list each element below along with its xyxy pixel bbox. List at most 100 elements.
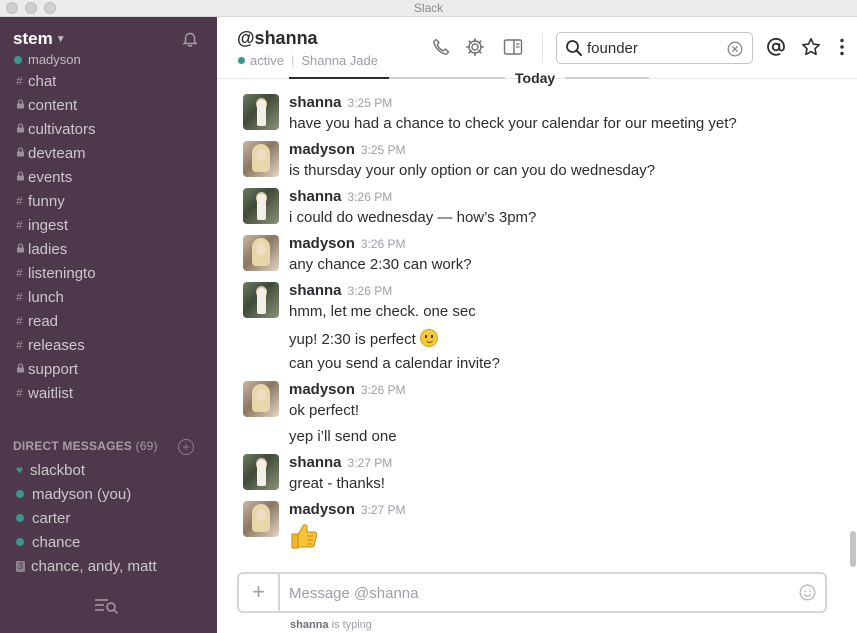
dm-name: slackbot — [30, 461, 86, 479]
sidebar-channel[interactable]: events — [0, 165, 217, 189]
sidebar-channel[interactable]: support — [0, 357, 217, 381]
message-time[interactable]: 3:26 PM — [361, 383, 406, 397]
bell-icon[interactable] — [181, 31, 199, 49]
message-author[interactable]: shanna 3:26 PM — [289, 282, 392, 299]
message-author[interactable]: madyson 3:26 PM — [289, 381, 406, 398]
sidebar-channel[interactable]: cultivators — [0, 117, 217, 141]
gear-icon[interactable] — [465, 37, 485, 57]
search-input[interactable] — [587, 39, 717, 57]
channel-list: # chat content cultivators devteam events… — [0, 69, 217, 405]
avatar[interactable] — [243, 501, 279, 537]
phone-icon[interactable] — [431, 37, 451, 57]
message-composer: + — [237, 572, 827, 613]
sidebar-channel[interactable]: # chat — [0, 69, 217, 93]
sidebar: stem ▼ madyson # chat content cultivators … — [0, 17, 217, 633]
slightly-smiling-face-icon — [419, 329, 438, 347]
channel-name: ladies — [28, 240, 68, 258]
channel-name: cultivators — [28, 120, 96, 138]
add-attachment-button[interactable]: + — [239, 574, 280, 611]
sidebar-dm[interactable]: madyson (you) — [0, 482, 217, 506]
avatar[interactable] — [243, 454, 279, 490]
message-text: i could do wednesday — how’s 3pm? — [289, 209, 537, 226]
message-author[interactable]: madyson 3:26 PM — [289, 235, 406, 252]
avatar[interactable] — [243, 381, 279, 417]
avatar[interactable] — [243, 141, 279, 177]
message-scrollbar[interactable] — [850, 531, 856, 567]
lock-icon — [16, 362, 28, 376]
channel-name: funny — [28, 192, 65, 210]
avatar[interactable] — [243, 94, 279, 130]
quick-switcher-icon[interactable] — [94, 597, 120, 615]
search-icon — [566, 40, 582, 56]
presence-dot — [16, 514, 24, 522]
sidebar-channel[interactable]: content — [0, 93, 217, 117]
hash-icon: # — [16, 290, 23, 304]
sidebar-channel[interactable]: # waitlist — [0, 381, 217, 405]
message-author[interactable]: shanna 3:26 PM — [289, 188, 392, 205]
add-dm-button[interactable]: + — [178, 439, 194, 455]
window-titlebar: Slack — [0, 0, 857, 17]
more-options-icon[interactable] — [832, 37, 852, 57]
sidebar-channel[interactable]: # ingest — [0, 213, 217, 237]
channel-name: chat — [28, 72, 57, 90]
avatar[interactable] — [243, 188, 279, 224]
message-author[interactable]: madyson 3:25 PM — [289, 141, 406, 158]
sidebar-channel[interactable]: devteam — [0, 141, 217, 165]
search-box[interactable] — [556, 32, 753, 64]
presence-dot — [238, 57, 245, 64]
message-input[interactable] — [289, 583, 769, 603]
message-text: yup! 2:30 is perfect — [289, 329, 438, 348]
message-text: have you had a chance to check your cale… — [289, 115, 737, 132]
hash-icon: # — [16, 338, 23, 352]
dm-name: chance — [32, 533, 81, 551]
current-user[interactable]: madyson — [14, 52, 81, 67]
message-time[interactable]: 3:26 PM — [361, 237, 406, 251]
sidebar-channel[interactable]: ladies — [0, 237, 217, 261]
message-time[interactable]: 3:26 PM — [348, 284, 393, 298]
sidebar-channel[interactable]: # funny — [0, 189, 217, 213]
day-divider-label: Today — [515, 70, 556, 86]
message-author[interactable]: shanna 3:25 PM — [289, 94, 392, 111]
message-text: hmm, let me check. one sec — [289, 303, 476, 320]
avatar[interactable] — [243, 235, 279, 271]
divider: | — [290, 53, 295, 68]
message-time[interactable]: 3:25 PM — [348, 96, 393, 110]
hash-icon: # — [16, 386, 23, 400]
team-name: stem — [13, 29, 53, 48]
lock-icon — [16, 146, 28, 160]
message-time[interactable]: 3:27 PM — [361, 503, 406, 517]
dm-header-label: DIRECT MESSAGES — [13, 439, 133, 453]
team-menu[interactable]: stem ▼ — [13, 29, 66, 49]
sidebar-dm[interactable]: chance — [0, 530, 217, 554]
message-time[interactable]: 3:25 PM — [361, 143, 406, 157]
channel-name: waitlist — [28, 384, 74, 402]
emoji-picker-icon[interactable] — [799, 584, 816, 601]
sidebar-channel[interactable]: # listeningto — [0, 261, 217, 285]
avatar[interactable] — [243, 282, 279, 318]
presence-label: active — [250, 53, 284, 68]
sidebar-channel[interactable]: # read — [0, 309, 217, 333]
mentions-icon[interactable] — [766, 37, 786, 57]
channel-name: devteam — [28, 144, 86, 162]
message-author[interactable]: shanna 3:27 PM — [289, 454, 392, 471]
typing-indicator: shanna is typing — [290, 619, 372, 631]
message-time[interactable]: 3:26 PM — [348, 190, 393, 204]
sidebar-dm[interactable]: ♥ slackbot — [0, 458, 217, 482]
sidebar-channel[interactable]: # lunch — [0, 285, 217, 309]
message-time[interactable]: 3:27 PM — [348, 456, 393, 470]
sidebar-channel[interactable]: # releases — [0, 333, 217, 357]
hash-icon: # — [16, 194, 23, 208]
sidebar-dm[interactable]: 3 chance, andy, matt — [0, 554, 217, 578]
channel-name: support — [28, 360, 79, 378]
current-user-name: madyson — [28, 52, 81, 67]
sidebar-dm[interactable]: carter — [0, 506, 217, 530]
chevron-down-icon: ▼ — [55, 34, 66, 46]
star-icon[interactable] — [801, 37, 821, 57]
direct-message-list: ♥ slackbot madyson (you) carter chance 3c… — [0, 458, 217, 578]
clear-search-icon[interactable] — [727, 41, 743, 57]
direct-messages-header[interactable]: DIRECT MESSAGES (69) — [13, 439, 158, 453]
channel-name: read — [28, 312, 59, 330]
channel-title[interactable]: @shanna — [237, 28, 318, 49]
message-author[interactable]: madyson 3:27 PM — [289, 501, 406, 518]
sidebar-toggle-icon[interactable] — [503, 37, 523, 57]
